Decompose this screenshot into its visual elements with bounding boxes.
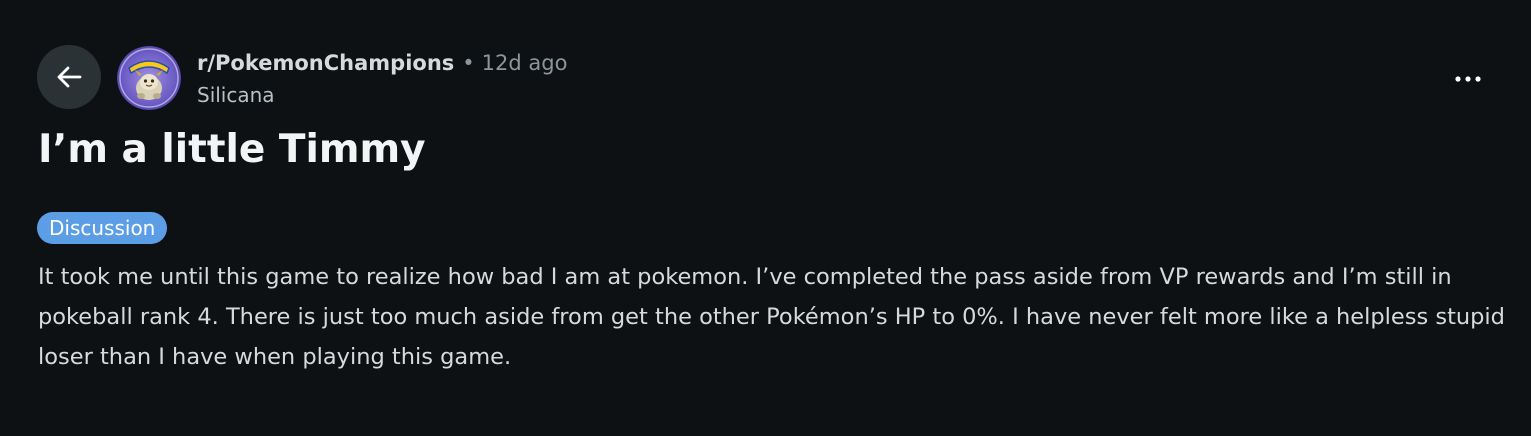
arrow-left-icon [54, 62, 84, 92]
subreddit-link[interactable]: r/PokemonChampions [197, 51, 454, 75]
subreddit-avatar[interactable] [117, 46, 181, 110]
post-body: It took me until this game to realize ho… [38, 264, 1505, 370]
post-timestamp: 12d ago [481, 51, 568, 75]
post-title: I’m a little Timmy [38, 127, 426, 172]
overflow-menu-button[interactable] [1448, 60, 1488, 94]
back-button[interactable] [37, 45, 101, 109]
author-link[interactable]: Silicana [197, 80, 275, 110]
pokemon-subreddit-avatar-icon [117, 46, 181, 110]
meta-separator: • [462, 51, 475, 75]
more-horizontal-icon [1454, 68, 1482, 87]
post-flair[interactable]: Discussion [37, 212, 168, 244]
post-meta: r/PokemonChampions • 12d ago [197, 47, 567, 79]
